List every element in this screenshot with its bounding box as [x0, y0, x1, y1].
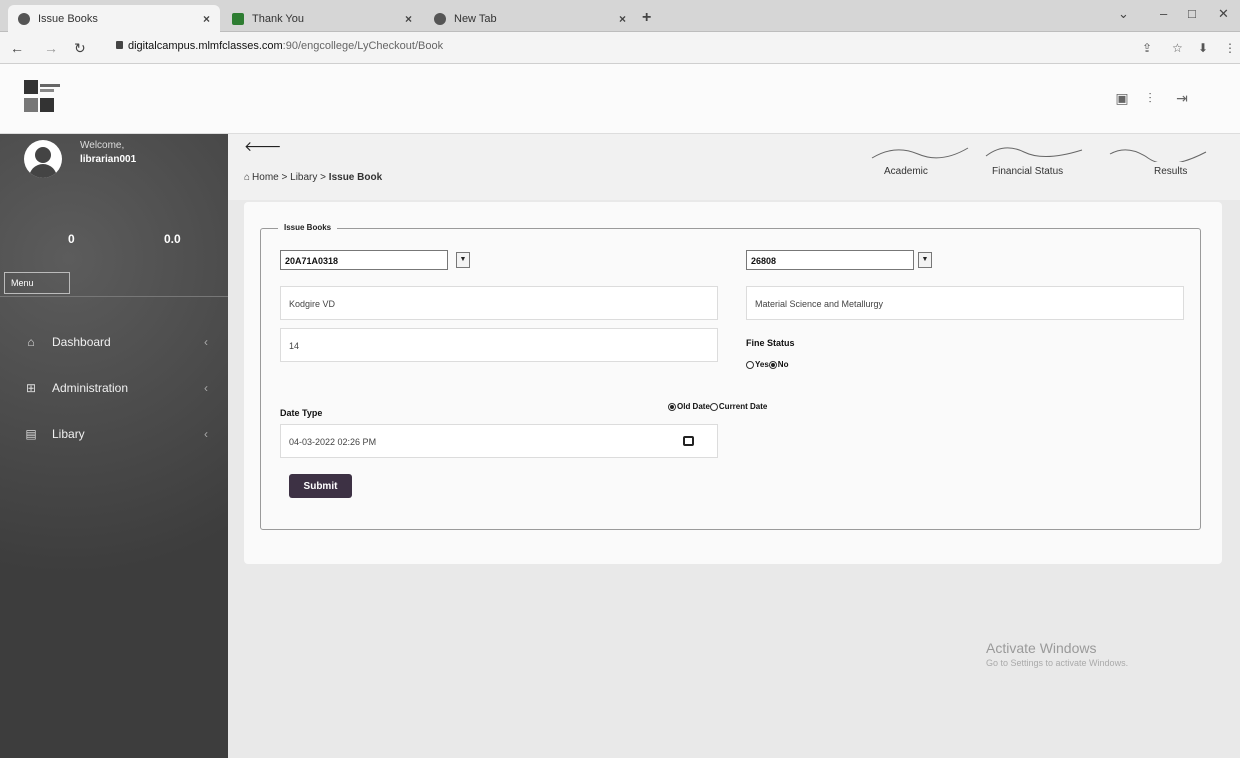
bookmark-star-icon[interactable]: ☆: [1172, 41, 1183, 55]
chrome-icon: [434, 12, 446, 25]
book-id-select[interactable]: 26808: [746, 250, 914, 270]
lock-icon: [116, 41, 123, 49]
nav-financial-status[interactable]: Financial Status: [992, 166, 1063, 177]
academic-sparkline-icon: [871, 147, 969, 159]
activate-windows-title: Activate Windows: [986, 640, 1097, 656]
tab-issue-books[interactable]: Issue Books ×: [8, 5, 220, 32]
logout-icon[interactable]: ⇥: [1174, 90, 1190, 106]
sidebar-item-dashboard[interactable]: ⌂ Dashboard ‹: [0, 324, 228, 360]
breadcrumb-libary[interactable]: Libary: [290, 172, 317, 183]
calendar-icon[interactable]: [683, 436, 694, 446]
fine-status-radios: Yes No: [746, 360, 788, 369]
chevron-left-icon: ‹: [204, 381, 208, 395]
sidebar-item-administration[interactable]: ⊞ Administration ‹: [0, 370, 228, 406]
chevron-left-icon: ‹: [204, 427, 208, 441]
current-date-radio[interactable]: [709, 402, 718, 411]
minimize-icon[interactable]: –: [1160, 6, 1167, 21]
url-field[interactable]: digitalcampus.mlmfclasses.com:90/engcoll…: [116, 40, 443, 52]
calendar-icon[interactable]: ▣: [1114, 90, 1130, 106]
sidebar-item-label: Dashboard: [52, 335, 111, 349]
menu-tab[interactable]: Menu: [4, 272, 70, 294]
home-icon: ⌂: [244, 172, 251, 183]
tab-thank-you[interactable]: Thank You ×: [222, 5, 422, 32]
breadcrumb-separator: >: [320, 172, 327, 183]
user-avatar: [24, 140, 62, 178]
fine-no-radio[interactable]: [768, 360, 777, 369]
breadcrumb-separator: >: [281, 172, 288, 183]
nav-results[interactable]: Results: [1154, 166, 1187, 177]
grid-icon: ⊞: [25, 381, 37, 395]
new-tab-button[interactable]: +: [642, 9, 651, 27]
activate-windows-subtitle: Go to Settings to activate Windows.: [986, 658, 1129, 668]
url-path: :90/engcollege/LyCheckout/Book: [282, 40, 444, 52]
breadcrumb: ⌂ Home > Libary > Issue Book: [244, 172, 382, 183]
chevron-left-icon: ‹: [204, 335, 208, 349]
tab-new-tab[interactable]: New Tab ×: [424, 5, 636, 32]
back-icon[interactable]: ←: [10, 40, 24, 56]
fine-yes-label: Yes: [755, 360, 769, 369]
sidebar-item-label: Administration: [52, 381, 129, 395]
close-tab-icon[interactable]: ×: [203, 12, 210, 26]
browser-tab-bar: Issue Books × Thank You × New Tab × + ⌄ …: [0, 0, 1240, 32]
fine-no-label: No: [777, 360, 789, 369]
nav-academic[interactable]: Academic: [884, 166, 928, 177]
app-header: ▣ ⫶ ⇥: [0, 64, 1240, 134]
close-window-icon[interactable]: ✕: [1218, 6, 1229, 22]
issue-books-fieldset: [260, 228, 1201, 530]
breadcrumb-current: Issue Book: [328, 172, 383, 183]
extensions-icon[interactable]: ⬇: [1198, 41, 1208, 55]
student-id-select[interactable]: 20A71A0318: [280, 250, 448, 270]
sidebar: Welcome, librarian001 0 0.0 Menu ⌂ Dashb…: [0, 134, 228, 758]
share-icon[interactable]: ⇪: [1142, 41, 1152, 55]
fieldset-legend: Issue Books: [278, 223, 338, 232]
fine-yes-radio[interactable]: [746, 360, 754, 369]
settings-sliders-icon[interactable]: ⫶: [1142, 90, 1158, 106]
sidebar-item-libary[interactable]: ▤ Libary ‹: [0, 416, 228, 452]
tab-title: Thank You: [252, 12, 304, 25]
browser-menu-icon[interactable]: ⋮: [1224, 41, 1236, 55]
tab-title: Issue Books: [38, 12, 98, 25]
chevron-down-icon[interactable]: ▼: [918, 252, 932, 268]
welcome-text: Welcome,: [80, 140, 125, 151]
date-type-radios: Old Date Current Date: [668, 402, 767, 411]
breadcrumb-home[interactable]: Home: [252, 172, 279, 183]
count-field[interactable]: 14: [280, 328, 718, 362]
url-host: digitalcampus.mlmfclasses.com: [128, 40, 283, 52]
chevron-down-icon[interactable]: ▼: [456, 252, 470, 268]
fine-status-label: Fine Status: [746, 338, 795, 348]
current-date-label: Current Date: [718, 402, 768, 411]
old-date-label: Old Date: [677, 402, 710, 411]
book-title-field[interactable]: Material Science and Metallurgy: [746, 286, 1184, 320]
close-tab-icon[interactable]: ×: [619, 12, 626, 26]
submit-button[interactable]: Submit: [289, 474, 352, 498]
form-icon: [232, 12, 244, 25]
date-type-label: Date Type: [280, 408, 323, 418]
tab-search-icon[interactable]: ⌄: [1118, 6, 1129, 22]
tab-title: New Tab: [454, 12, 497, 25]
sidebar-item-label: Libary: [52, 427, 85, 441]
financial-sparkline-icon: [985, 147, 1083, 157]
date-input[interactable]: 04-03-2022 02:26 PM: [280, 424, 718, 458]
old-date-radio[interactable]: [668, 402, 676, 411]
browser-address-bar: ← → ↻ digitalcampus.mlmfclasses.com:90/e…: [0, 32, 1240, 64]
student-name-field[interactable]: Kodgire VD: [280, 286, 718, 320]
menu-divider: [0, 296, 228, 297]
username: librarian001: [80, 154, 137, 165]
back-arrow-icon[interactable]: 🡐: [244, 138, 282, 155]
college-logo: [24, 80, 60, 118]
home-icon: ⌂: [27, 335, 35, 349]
stat-right: 0.0: [164, 232, 181, 246]
globe-icon: [18, 12, 30, 25]
results-sparkline-icon: [1109, 149, 1207, 162]
book-icon: ▤: [25, 427, 37, 441]
maximize-icon[interactable]: □: [1188, 6, 1196, 21]
content-header: [228, 134, 1240, 200]
close-tab-icon[interactable]: ×: [405, 12, 412, 26]
forward-icon[interactable]: →: [44, 40, 58, 56]
stat-left: 0: [68, 232, 75, 246]
reload-icon[interactable]: ↻: [74, 40, 86, 57]
